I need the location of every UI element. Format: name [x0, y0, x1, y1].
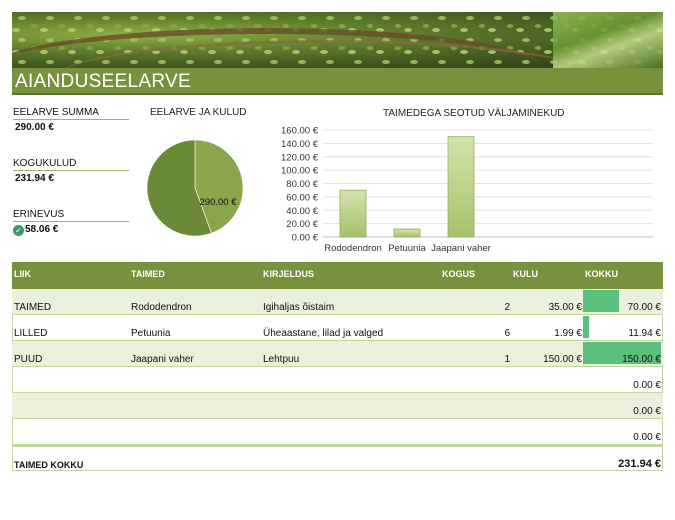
table-body: TAIMED Rododendron Igihaljas õistaim 2 35.00…	[12, 289, 663, 445]
y-tick-label: 20.00 €	[286, 219, 318, 230]
y-tick-label: 120.00 €	[281, 152, 319, 163]
x-tick-label: Jaapani vaher	[431, 243, 491, 254]
col-header-plants[interactable]: TAIMED	[131, 269, 165, 279]
table-row[interactable]: 0.00 €	[12, 367, 663, 393]
cell-quantity[interactable]: 2	[504, 302, 510, 313]
cell-cost[interactable]: 1.99 €	[554, 328, 582, 339]
x-tick-label: Petuunia	[388, 243, 426, 254]
cell-total[interactable]: 70.00 €	[628, 302, 661, 313]
table-row[interactable]: LILLED Petuunia Üheaastane, lilad ja valge…	[12, 315, 663, 341]
y-tick-label: 100.00 €	[281, 166, 319, 177]
footer-label: TAIMED KOKKU	[14, 460, 84, 470]
cell-quantity[interactable]: 6	[504, 328, 510, 339]
cell-cost[interactable]: 150.00 €	[543, 354, 582, 365]
cell-total[interactable]: 0.00 €	[633, 432, 661, 443]
table-row[interactable]: TAIMED Rododendron Igihaljas õistaim 2 35.00…	[12, 289, 663, 315]
x-tick-label: Rododendron	[324, 243, 382, 254]
y-tick-label: 60.00 €	[286, 192, 318, 203]
cell-total[interactable]: 11.94 €	[628, 328, 661, 339]
cell-total[interactable]: 0.00 €	[633, 380, 661, 391]
expense-table: LIIK TAIMED KIRJELDUS KOGUS KULU KOKKU T…	[12, 262, 663, 471]
cell-plant[interactable]: Petuunia	[131, 328, 170, 339]
footer-total: 231.94 €	[618, 458, 661, 470]
cell-total[interactable]: 150.00 €	[622, 354, 661, 365]
col-header-description[interactable]: KIRJELDUS	[263, 269, 314, 279]
y-tick-label: 80.00 €	[286, 179, 318, 190]
y-tick-label: 40.00 €	[286, 206, 318, 217]
cell-plant[interactable]: Jaapani vaher	[131, 354, 194, 365]
cell-cost[interactable]: 35.00 €	[549, 302, 582, 313]
cell-type[interactable]: LILLED	[14, 328, 47, 339]
y-tick-label: 0.00 €	[292, 233, 319, 244]
bar-rect	[393, 228, 421, 238]
pie-slice-label: 290.00 €	[200, 197, 238, 208]
cell-plant[interactable]: Rododendron	[131, 302, 192, 313]
cell-description[interactable]: Igihaljas õistaim	[263, 302, 334, 313]
bar-rect	[447, 136, 475, 238]
col-header-quantity[interactable]: KOGUS	[442, 269, 475, 279]
cell-quantity[interactable]: 1	[504, 354, 510, 365]
bar-rect	[339, 189, 367, 238]
y-tick-label: 140.00 €	[281, 139, 319, 150]
cell-type[interactable]: TAIMED	[14, 302, 51, 313]
table-row[interactable]: 0.00 €	[12, 393, 663, 419]
table-row[interactable]: 0.00 €	[12, 419, 663, 445]
cell-type[interactable]: PUUD	[14, 354, 42, 365]
cell-description[interactable]: Lehtpuu	[263, 354, 299, 365]
col-header-cost[interactable]: KULU	[513, 269, 538, 279]
cell-total[interactable]: 0.00 €	[633, 406, 661, 417]
table-header: LIIK TAIMED KIRJELDUS KOGUS KULU KOKKU	[12, 262, 663, 289]
y-tick-label: 160.00 €	[281, 126, 319, 137]
total-data-bar	[583, 316, 589, 338]
col-header-total[interactable]: KOKKU	[585, 269, 618, 279]
charts-canvas: 231.94 €290.00 €0.00 €20.00 €40.00 €60.0…	[146, 126, 653, 254]
cell-description[interactable]: Üheaastane, lilad ja valged	[263, 328, 383, 339]
col-header-type[interactable]: LIIK	[14, 269, 31, 279]
table-row[interactable]: PUUD Jaapani vaher Lehtpuu 1 150.00 € 150.00 …	[12, 341, 663, 367]
table-footer: TAIMED KOKKU 231.94 €	[12, 445, 663, 471]
total-data-bar	[583, 290, 619, 312]
